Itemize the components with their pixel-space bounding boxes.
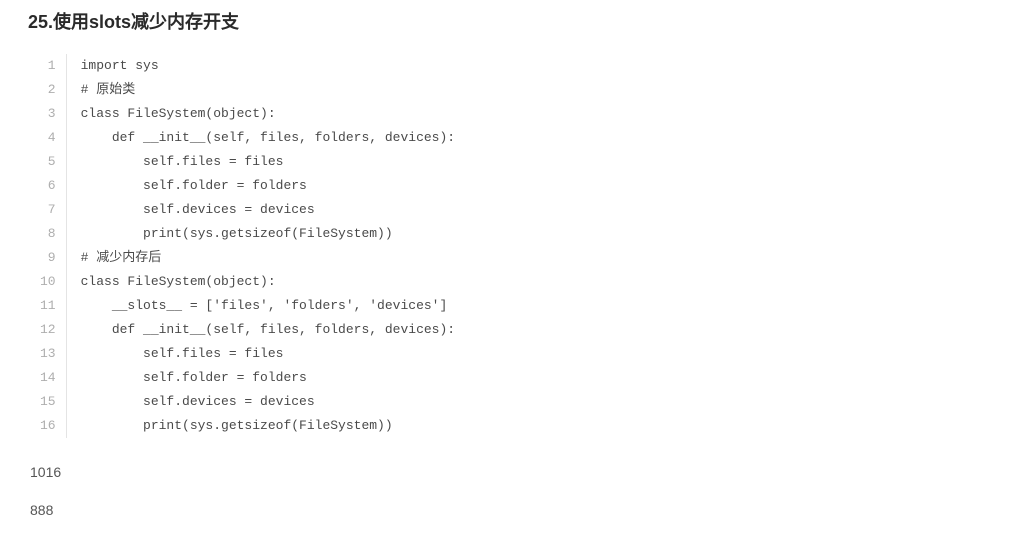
output-line-2: 888 — [28, 502, 990, 518]
line-number: 12 — [28, 318, 66, 342]
code-line: class FileSystem(object): — [66, 270, 455, 294]
output-line-1: 1016 — [28, 464, 990, 480]
code-line: self.files = files — [66, 342, 455, 366]
code-row: 10class FileSystem(object): — [28, 270, 455, 294]
line-number: 4 — [28, 126, 66, 150]
line-number: 3 — [28, 102, 66, 126]
code-table: 1import sys2# 原始类3class FileSystem(objec… — [28, 54, 455, 438]
code-line: print(sys.getsizeof(FileSystem)) — [66, 414, 455, 438]
code-line: __slots__ = ['files', 'folders', 'device… — [66, 294, 455, 318]
line-number: 11 — [28, 294, 66, 318]
code-line: def __init__(self, files, folders, devic… — [66, 126, 455, 150]
code-line: def __init__(self, files, folders, devic… — [66, 318, 455, 342]
code-row: 11 __slots__ = ['files', 'folders', 'dev… — [28, 294, 455, 318]
line-number: 16 — [28, 414, 66, 438]
line-number: 10 — [28, 270, 66, 294]
code-line: self.folder = folders — [66, 174, 455, 198]
line-number: 5 — [28, 150, 66, 174]
line-number: 2 — [28, 78, 66, 102]
line-number: 1 — [28, 54, 66, 78]
code-tbody: 1import sys2# 原始类3class FileSystem(objec… — [28, 54, 455, 438]
line-number: 9 — [28, 246, 66, 270]
code-line: import sys — [66, 54, 455, 78]
code-row: 4 def __init__(self, files, folders, dev… — [28, 126, 455, 150]
code-row: 1import sys — [28, 54, 455, 78]
code-row: 15 self.devices = devices — [28, 390, 455, 414]
line-number: 6 — [28, 174, 66, 198]
line-number: 13 — [28, 342, 66, 366]
line-number: 8 — [28, 222, 66, 246]
code-row: 6 self.folder = folders — [28, 174, 455, 198]
code-row: 3class FileSystem(object): — [28, 102, 455, 126]
code-block: 1import sys2# 原始类3class FileSystem(objec… — [28, 54, 990, 438]
code-row: 8 print(sys.getsizeof(FileSystem)) — [28, 222, 455, 246]
code-row: 12 def __init__(self, files, folders, de… — [28, 318, 455, 342]
code-line: self.devices = devices — [66, 198, 455, 222]
code-row: 14 self.folder = folders — [28, 366, 455, 390]
code-row: 7 self.devices = devices — [28, 198, 455, 222]
code-line: class FileSystem(object): — [66, 102, 455, 126]
line-number: 14 — [28, 366, 66, 390]
line-number: 15 — [28, 390, 66, 414]
section-heading: 25.使用slots减少内存开支 — [28, 8, 990, 34]
code-line: print(sys.getsizeof(FileSystem)) — [66, 222, 455, 246]
code-row: 5 self.files = files — [28, 150, 455, 174]
code-row: 16 print(sys.getsizeof(FileSystem)) — [28, 414, 455, 438]
code-line: # 原始类 — [66, 78, 455, 102]
line-number: 7 — [28, 198, 66, 222]
code-row: 13 self.files = files — [28, 342, 455, 366]
code-line: self.devices = devices — [66, 390, 455, 414]
code-row: 2# 原始类 — [28, 78, 455, 102]
code-line: self.folder = folders — [66, 366, 455, 390]
code-line: # 减少内存后 — [66, 246, 455, 270]
code-row: 9# 减少内存后 — [28, 246, 455, 270]
code-line: self.files = files — [66, 150, 455, 174]
